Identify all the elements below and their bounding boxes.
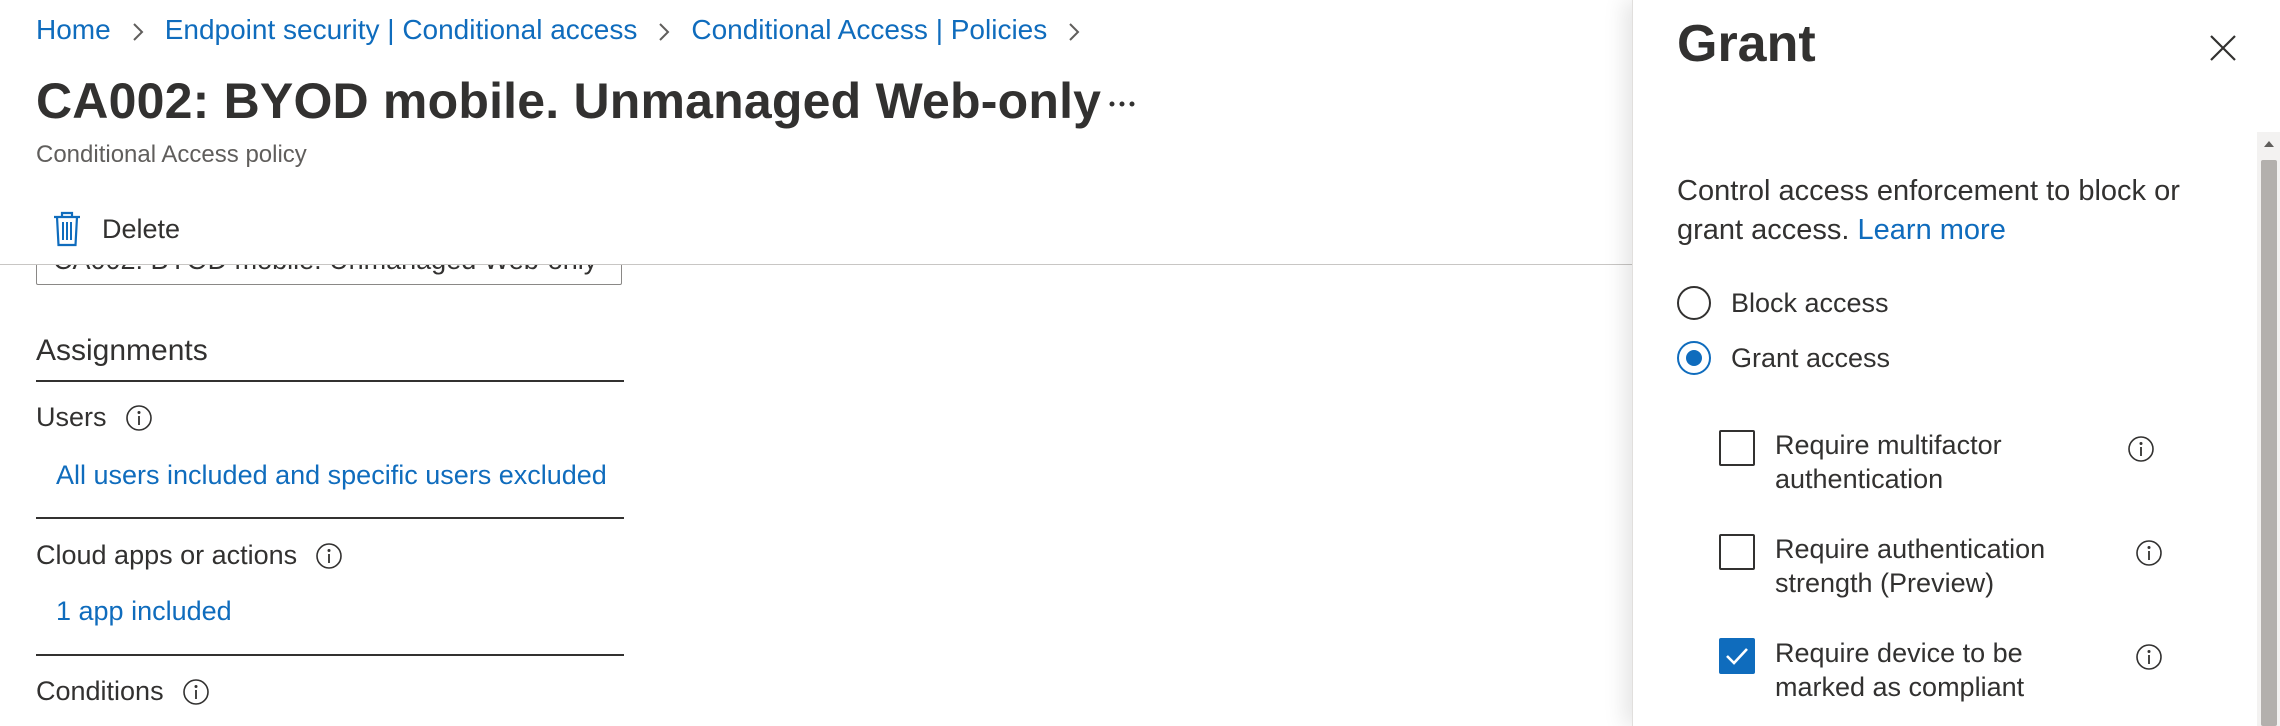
policy-name-field-container: [36, 265, 624, 287]
delete-button-label: Delete: [102, 213, 181, 244]
info-icon[interactable]: [2127, 435, 2155, 463]
breadcrumb-endpoint-security[interactable]: Endpoint security | Conditional access: [165, 14, 638, 46]
checkbox-checked-icon: [1719, 638, 1755, 674]
conditions-label: Conditions: [36, 676, 164, 706]
grant-panel-description: Control access enforcement to block or g…: [1677, 172, 2217, 250]
more-icon: [1109, 101, 1135, 107]
info-icon[interactable]: [125, 404, 153, 432]
breadcrumb-home[interactable]: Home: [36, 14, 111, 46]
scroll-up-arrow-icon[interactable]: [2257, 132, 2280, 156]
require-mfa-label: Require multifactor authentication: [1775, 430, 2002, 494]
require-mfa-checkbox[interactable]: Require multifactor authentication: [1719, 430, 2075, 496]
page-title: CA002: BYOD mobile. Unmanaged Web-only: [36, 73, 1102, 129]
learn-more-link[interactable]: Learn more: [1858, 214, 2006, 246]
cloud-apps-label-row: Cloud apps or actions: [36, 540, 343, 571]
grant-access-label: Grant access: [1731, 342, 1891, 373]
users-divider: [36, 517, 624, 519]
trash-icon: [54, 211, 80, 247]
cloud-apps-label: Cloud apps or actions: [36, 540, 298, 570]
users-label-row: Users: [36, 402, 153, 433]
conditional-access-policy-page: Home Endpoint security | Conditional acc…: [0, 0, 2280, 726]
conditions-label-row: Conditions: [36, 676, 210, 707]
cloud-apps-assignment-link[interactable]: 1 app included: [56, 596, 232, 627]
info-icon[interactable]: [315, 542, 343, 570]
page-subtitle: Conditional Access policy: [36, 141, 307, 168]
policy-name-input[interactable]: [36, 265, 622, 285]
breadcrumb: Home Endpoint security | Conditional acc…: [36, 14, 1101, 46]
info-icon[interactable]: [2135, 643, 2163, 671]
close-button[interactable]: [2199, 24, 2247, 72]
info-icon[interactable]: [2135, 539, 2163, 567]
chevron-right-icon: [1047, 14, 1101, 46]
breadcrumb-conditional-access-policies[interactable]: Conditional Access | Policies: [691, 14, 1047, 46]
chevron-right-icon: [637, 14, 691, 46]
command-bar: Delete: [0, 196, 1632, 265]
grant-access-radio[interactable]: Grant access: [1677, 341, 1890, 375]
assignments-heading: Assignments: [36, 334, 208, 367]
block-access-radio[interactable]: Block access: [1677, 286, 1889, 320]
checkbox-unchecked-icon: [1719, 534, 1755, 570]
grant-panel-title: Grant: [1677, 15, 1816, 73]
chevron-right-icon: [111, 14, 165, 46]
require-auth-strength-label: Require authentication strength (Preview…: [1775, 534, 2046, 598]
cloud-apps-divider: [36, 654, 624, 656]
checkbox-unchecked-icon: [1719, 430, 1755, 466]
info-icon[interactable]: [182, 678, 210, 706]
users-label: Users: [36, 402, 107, 432]
radio-checked-icon: [1677, 341, 1711, 375]
assignments-divider: [36, 380, 624, 382]
users-assignment-link[interactable]: All users included and specific users ex…: [56, 460, 607, 491]
panel-scrollbar-thumb[interactable]: [2261, 160, 2277, 726]
require-auth-strength-checkbox[interactable]: Require authentication strength (Preview…: [1719, 534, 2075, 600]
require-compliant-device-checkbox[interactable]: Require device to be marked as compliant: [1719, 638, 2075, 704]
grant-panel: Grant Control access enforcement to bloc…: [1632, 0, 2280, 726]
block-access-label: Block access: [1731, 287, 1889, 318]
more-options-button[interactable]: [1100, 82, 1144, 126]
delete-button[interactable]: Delete: [52, 206, 180, 252]
close-icon: [2210, 35, 2236, 61]
require-compliant-device-label: Require device to be marked as compliant: [1775, 638, 2025, 702]
radio-unchecked-icon: [1677, 286, 1711, 320]
